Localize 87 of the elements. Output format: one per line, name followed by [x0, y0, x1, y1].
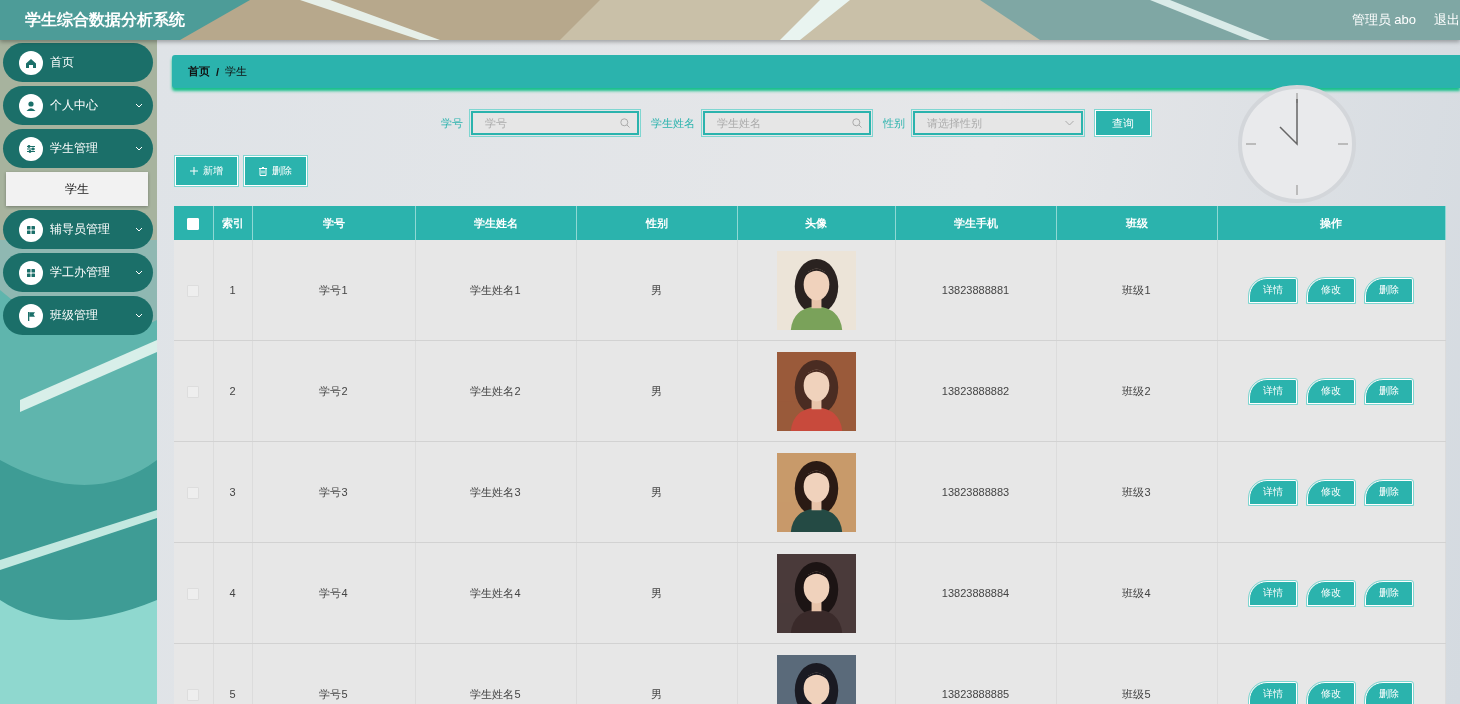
home-icon [19, 50, 43, 75]
table-cell: 学生姓名2 [470, 384, 521, 397]
table-cell: 班级2 [1122, 384, 1151, 397]
table-cell: 学生姓名5 [470, 687, 521, 700]
column-header: 学生手机 [895, 206, 1056, 240]
sidebar-item[interactable]: 个人中心 [3, 86, 153, 125]
chevron-icon [135, 146, 143, 151]
query-button[interactable]: 查询 [1095, 110, 1151, 136]
table-cell: 1 [229, 284, 236, 296]
sidebar-item[interactable]: 学工办管理 [3, 253, 153, 292]
edit-button[interactable]: 修改 [1307, 277, 1355, 303]
delete-button[interactable]: 删除 [1365, 681, 1413, 704]
flag-icon [19, 303, 43, 328]
edit-button[interactable]: 修改 [1307, 580, 1355, 606]
table-cell: 学号4 [319, 586, 348, 599]
grid-icon [19, 217, 43, 242]
edit-button[interactable]: 修改 [1307, 681, 1355, 704]
field-label: 学号 [441, 115, 463, 131]
table-cell: 学号3 [319, 485, 348, 498]
column-header: 学号 [252, 206, 415, 240]
chevron-icon [135, 270, 143, 275]
detail-button[interactable]: 详情 [1249, 681, 1297, 704]
table-cell: 5 [229, 688, 236, 700]
trash-icon [259, 166, 267, 176]
table-cell: 4 [229, 587, 236, 599]
table-cell: 男 [651, 586, 662, 599]
table-cell: 3 [229, 486, 236, 498]
chevron-icon [1065, 120, 1074, 126]
table-cell: 13823888881 [941, 284, 1010, 296]
field-label: 学生姓名 [651, 115, 695, 131]
sidebar-item[interactable]: 学生管理 [3, 129, 153, 168]
table-cell: 男 [651, 687, 662, 700]
column-header: 学生姓名 [415, 206, 576, 240]
column-header: 班级 [1056, 206, 1217, 240]
chevron-icon [135, 227, 143, 232]
add-button[interactable]: 新增 [175, 156, 238, 186]
table-cell: 学号1 [319, 283, 348, 296]
table-cell: 男 [651, 283, 662, 296]
table-cell: 班级1 [1122, 283, 1151, 296]
detail-button[interactable]: 详情 [1249, 479, 1297, 505]
sidebar-item[interactable]: 首页 [3, 43, 153, 82]
edit-button[interactable]: 修改 [1307, 378, 1355, 404]
delete-button[interactable]: 删除 [1365, 277, 1413, 303]
table-cell: 学生姓名4 [470, 586, 521, 599]
table-cell: 班级4 [1122, 586, 1151, 599]
breadcrumb-separator: / [216, 65, 220, 78]
breadcrumb-item[interactable]: 学生 [225, 64, 248, 79]
submenu-item[interactable]: 学生 [6, 172, 148, 206]
detail-button[interactable]: 详情 [1249, 580, 1297, 606]
delete-button[interactable]: 删除 [244, 156, 307, 186]
search-icon [852, 118, 862, 128]
clock-icon [1238, 85, 1356, 203]
field-label: 性别 [883, 115, 905, 131]
table-cell: 13823888882 [941, 385, 1010, 397]
column-header: 索引 [213, 206, 252, 240]
table-cell: 学生姓名1 [470, 283, 521, 296]
table-cell: 学号5 [319, 687, 348, 700]
plus-icon [190, 167, 198, 175]
table-cell: 2 [229, 385, 236, 397]
detail-button[interactable]: 详情 [1249, 277, 1297, 303]
table-cell: 学生姓名3 [470, 485, 521, 498]
search-icon [620, 118, 630, 128]
table-cell: 13823888884 [941, 587, 1010, 599]
table-cell: 学号2 [319, 384, 348, 397]
select-all-checkbox[interactable] [187, 217, 200, 230]
table-cell: 男 [651, 485, 662, 498]
table-cell: 13823888885 [941, 688, 1010, 700]
table-cell: 班级5 [1122, 687, 1151, 700]
chevron-icon [135, 313, 143, 318]
user-icon [19, 93, 43, 118]
chevron-icon [135, 103, 143, 108]
table-cell: 班级3 [1122, 485, 1151, 498]
column-header: 操作 [1217, 206, 1445, 240]
table-cell: 男 [651, 384, 662, 397]
sidebar-item[interactable]: 辅导员管理 [3, 210, 153, 249]
delete-button[interactable]: 删除 [1365, 479, 1413, 505]
sliders-icon [19, 136, 43, 161]
grid-icon [19, 260, 43, 285]
column-header: 头像 [737, 206, 895, 240]
delete-button[interactable]: 删除 [1365, 378, 1413, 404]
delete-button[interactable]: 删除 [1365, 580, 1413, 606]
edit-button[interactable]: 修改 [1307, 479, 1355, 505]
breadcrumb-item[interactable]: 首页 [188, 64, 210, 79]
table-cell: 13823888883 [941, 486, 1010, 498]
column-header: 性别 [576, 206, 737, 240]
sidebar-item[interactable]: 班级管理 [3, 296, 153, 335]
detail-button[interactable]: 详情 [1249, 378, 1297, 404]
